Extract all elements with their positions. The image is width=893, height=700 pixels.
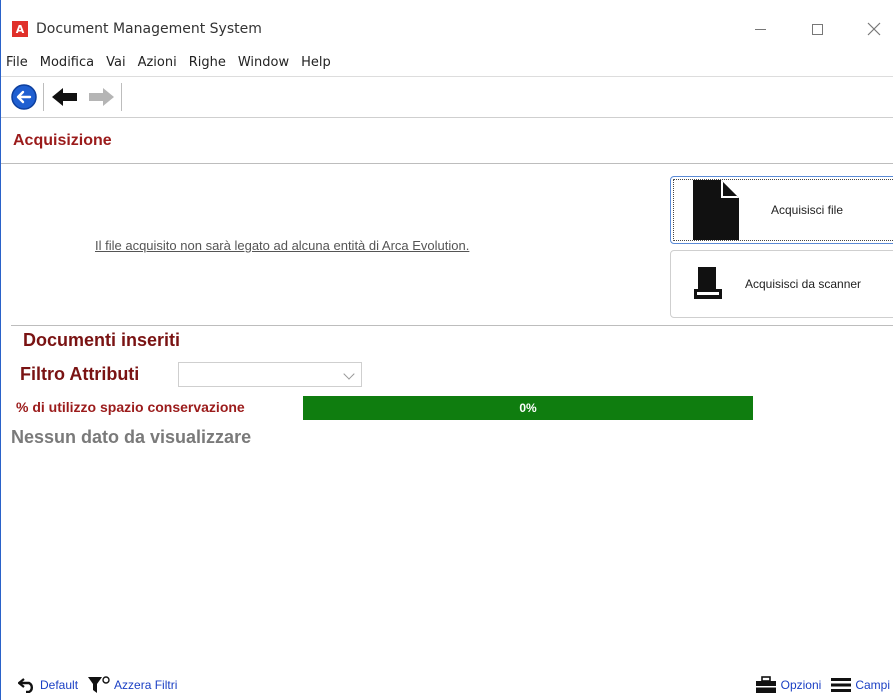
clear-filters-link[interactable]: Azzera Filtri (114, 678, 177, 692)
clear-filter-icon[interactable] (88, 676, 110, 694)
section-title: Acquisizione (13, 131, 112, 149)
close-button[interactable] (851, 8, 893, 50)
empty-state-message: Nessun dato da visualizzare (11, 427, 252, 447)
undo-icon[interactable] (18, 677, 36, 693)
documents-title: Documenti inseriti (23, 330, 181, 350)
default-link[interactable]: Default (40, 678, 78, 692)
app-window: A Document Management System File Modifi… (0, 0, 893, 700)
menu-help[interactable]: Help (295, 55, 337, 70)
acquire-file-label: Acquisisci file (771, 203, 844, 217)
scanner-icon (671, 267, 745, 301)
forward-button[interactable] (87, 81, 115, 113)
arrow-right-icon (89, 88, 114, 106)
storage-usage-label: % di utilizzo spazio conservazione (16, 399, 245, 415)
menu-vai[interactable]: Vai (100, 55, 131, 70)
window-title: Document Management System (36, 21, 262, 37)
menu-modifica[interactable]: Modifica (34, 55, 100, 70)
close-icon (867, 22, 881, 36)
minimize-icon (754, 28, 766, 30)
toolbar-separator (43, 83, 44, 111)
options-link[interactable]: Opzioni (781, 678, 822, 692)
menu-bar: File Modifica Vai Azioni Righe Window He… (1, 52, 337, 72)
fields-link[interactable]: Campi (855, 678, 890, 692)
menu-window[interactable]: Window (232, 55, 295, 70)
back-circle-button[interactable] (10, 81, 38, 113)
acquire-scanner-label: Acquisisci da scanner (745, 277, 862, 291)
briefcase-icon[interactable] (755, 676, 777, 694)
menu-righe[interactable]: Righe (183, 55, 232, 70)
menu-azioni[interactable]: Azioni (132, 55, 183, 70)
storage-usage-progress-bar: 0% (303, 396, 753, 420)
storage-usage-value: 0% (519, 401, 537, 415)
section-divider (11, 325, 893, 326)
acquire-file-button[interactable]: Acquisisci file (670, 176, 893, 244)
filter-attributes-label: Filtro Attributi (20, 364, 140, 384)
footer-right: Opzioni Campi (755, 676, 890, 694)
file-icon (671, 180, 761, 240)
filter-attributes-select[interactable] (178, 362, 362, 387)
section-header: Acquisizione (1, 118, 893, 164)
toolbar (1, 76, 893, 118)
menu-lines-icon[interactable] (831, 677, 852, 693)
maximize-icon (811, 23, 823, 35)
minimize-button[interactable] (737, 8, 783, 50)
acquisition-note-link[interactable]: Il file acquisito non sarà legato ad alc… (95, 238, 469, 253)
maximize-button[interactable] (794, 8, 840, 50)
title-bar: A Document Management System (1, 8, 893, 50)
chevron-down-icon (343, 368, 355, 380)
acquire-scanner-button[interactable]: Acquisisci da scanner (670, 250, 893, 318)
arrow-left-icon (52, 88, 77, 106)
footer-left: Default Azzera Filtri (18, 676, 187, 694)
back-circle-icon (11, 84, 37, 110)
menu-file[interactable]: File (1, 55, 34, 70)
toolbar-separator (121, 83, 122, 111)
app-logo-icon: A (12, 21, 28, 37)
back-button[interactable] (51, 81, 79, 113)
